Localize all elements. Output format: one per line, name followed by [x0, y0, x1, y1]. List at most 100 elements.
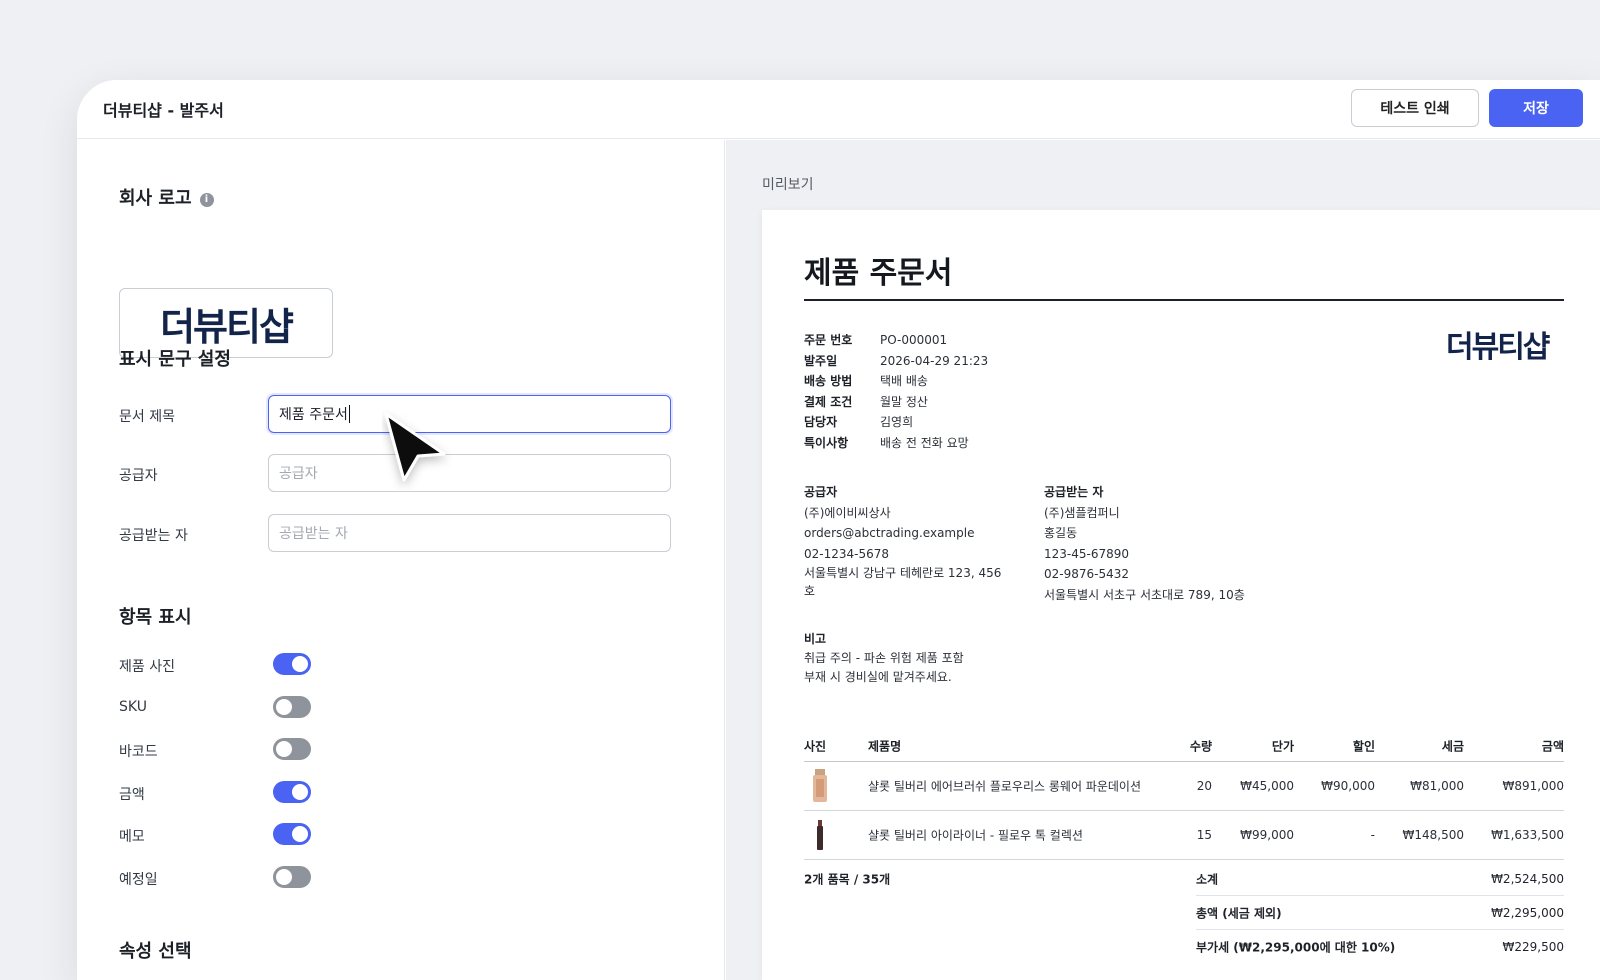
supplier-input[interactable]: 공급자: [268, 454, 671, 492]
cell-name: 샬롯 틸버리 아이라이너 - 필로우 톡 컬렉션: [868, 828, 1083, 843]
total-label: 총액 (세금 제외): [1196, 906, 1282, 921]
meta-key: 주문 번호: [804, 333, 853, 347]
supplier-line: (주)에이비씨상사: [804, 505, 891, 520]
doc-title-value: 제품 주문서: [279, 407, 348, 423]
settings-panel: 회사 로고 i 더뷰티샵 표시 문구 설정 문서 제목 제품 주문서 공급자 공급…: [77, 140, 725, 980]
toggle-photo[interactable]: [273, 653, 311, 675]
meta-row: 주문 번호 PO-000001: [804, 330, 988, 351]
meta-key: 발주일: [804, 353, 838, 368]
meta-row: 배송 방법 택배 배송: [804, 371, 988, 392]
subtotal-value: ₩2,524,500: [1491, 872, 1564, 886]
toggle-label-sku: SKU: [119, 699, 147, 715]
cell-qty: 15: [1196, 828, 1212, 842]
eyeliner-pencil-icon: [817, 820, 823, 850]
cell-amount: ₩891,000: [1502, 779, 1565, 793]
app-window: 더뷰티샵 - 발주서 테스트 인쇄 저장 회사 로고 i 더뷰티샵 표시 문구 설…: [77, 80, 1600, 980]
logo-section-label: 회사 로고: [119, 188, 192, 209]
cell-amount: ₩1,633,500: [1491, 828, 1564, 842]
receiver-placeholder: 공급받는 자: [279, 526, 348, 542]
supplier-block: 공급자 (주)에이비씨상사 orders@abctrading.example …: [804, 482, 1009, 600]
total-value: ₩2,295,000: [1491, 906, 1564, 920]
doc-title: 제품 주문서: [804, 256, 953, 291]
title-divider: [804, 299, 1564, 301]
vat-value: ₩229,500: [1502, 940, 1565, 954]
meta-row: 발주일 2026-04-29 21:23: [804, 351, 988, 372]
toggle-barcode[interactable]: [273, 738, 311, 760]
table-row: 샬롯 틸버리 에어브러쉬 플로우리스 롱웨어 파운데이션 20 ₩45,000 …: [804, 762, 1564, 811]
preview-panel: 미리보기 제품 주문서 더뷰티샵 주문 번호 PO-000001 발주일 2026-…: [726, 140, 1600, 980]
table-header: 사진 제품명 수량 단가 할인 세금 금액: [804, 730, 1564, 762]
toggle-memo[interactable]: [273, 823, 311, 845]
meta-key: 배송 방법: [804, 374, 853, 388]
supplier-line: orders@abctrading.example: [804, 526, 975, 540]
foundation-bottle-icon: [813, 769, 827, 802]
order-summary: 2개 품목 / 35개 소계 ₩2,524,500 총액 (세금 제외) ₩2,…: [804, 862, 1564, 964]
summary-row-total: 총액 (세금 제외) ₩2,295,000: [804, 896, 1564, 930]
cell-price: ₩99,000: [1240, 828, 1294, 842]
toggle-label-photo: 제품 사진: [119, 659, 175, 675]
table-row: 샬롯 틸버리 아이라이너 - 필로우 톡 컬렉션 15 ₩99,000 - ₩1…: [804, 811, 1564, 860]
toggle-knob: [276, 699, 292, 715]
toggle-amount[interactable]: [273, 781, 311, 803]
note-block: 비고 취급 주의 - 파손 위험 제품 포함 부재 시 경비실에 맡겨주세요.: [804, 630, 964, 687]
receiver-line: (주)샘플컴퍼니: [1044, 505, 1120, 520]
toggle-knob: [292, 784, 308, 800]
receiver-line: 서울특별시 서초구 서초대로 789, 10층: [1044, 587, 1245, 602]
toggle-knob: [276, 741, 292, 757]
window-title: 더뷰티샵 - 발주서: [103, 101, 224, 120]
items-section-heading: 항목 표시: [119, 607, 192, 628]
toggle-due-date[interactable]: [273, 866, 311, 888]
meta-value: 2026-04-29 21:23: [880, 353, 989, 368]
col-amount: 금액: [1541, 739, 1564, 753]
receiver-block: 공급받는 자 (주)샘플컴퍼니 홍길동 123-45-67890 02-9876…: [1044, 482, 1304, 605]
order-table: 사진 제품명 수량 단가 할인 세금 금액 샬롯 틸버리 에어브러쉬 플로우리스…: [804, 730, 1564, 860]
toggle-label-due-date: 예정일: [119, 872, 158, 888]
text-caret: [348, 405, 350, 423]
logo-section-heading: 회사 로고 i: [119, 184, 214, 210]
col-tax: 세금: [1441, 739, 1464, 753]
mouse-cursor-icon: [384, 412, 446, 482]
summary-row-subtotal: 2개 품목 / 35개 소계 ₩2,524,500: [804, 862, 1564, 896]
doc-title-input[interactable]: 제품 주문서: [268, 395, 671, 433]
note-line: 부재 시 경비실에 맡겨주세요.: [804, 670, 952, 684]
meta-row: 특이사항 배송 전 전화 요망: [804, 433, 988, 454]
note-heading: 비고: [804, 632, 827, 646]
attributes-section-heading: 속성 선택: [119, 941, 192, 962]
note-line: 취급 주의 - 파손 위험 제품 포함: [804, 651, 964, 665]
preview-label: 미리보기: [762, 177, 814, 193]
cell-price: ₩45,000: [1240, 779, 1294, 793]
supplier-line: 서울특별시 강남구 테헤란로 123, 456호: [804, 566, 1002, 598]
item-count: 2개 품목 / 35개: [804, 872, 891, 887]
cell-name: 샬롯 틸버리 에어브러쉬 플로우리스 롱웨어 파운데이션: [868, 779, 1141, 794]
save-button[interactable]: 저장: [1489, 89, 1583, 127]
toggle-knob: [292, 826, 308, 842]
cell-discount: ₩90,000: [1321, 779, 1375, 793]
receiver-line: 홍길동: [1044, 526, 1078, 540]
meta-row: 결제 조건 월말 정산: [804, 392, 988, 413]
meta-key: 특이사항: [804, 435, 849, 450]
col-photo: 사진: [804, 739, 827, 753]
doc-title-label: 문서 제목: [119, 409, 175, 425]
receiver-heading: 공급받는 자: [1044, 485, 1104, 499]
col-discount: 할인: [1352, 739, 1375, 753]
supplier-label: 공급자: [119, 468, 158, 484]
meta-value: 택배 배송: [880, 374, 928, 388]
toggle-sku[interactable]: [273, 696, 311, 718]
summary-row-vat: 부가세 (₩2,295,000에 대한 10%) ₩229,500: [804, 930, 1564, 964]
toggle-knob: [276, 869, 292, 885]
meta-row: 담당자 김영희: [804, 412, 988, 433]
toggle-label-memo: 메모: [119, 829, 145, 845]
toggle-label-amount: 금액: [119, 787, 145, 803]
meta-value: 배송 전 전화 요망: [880, 435, 969, 450]
supplier-heading: 공급자: [804, 485, 838, 499]
receiver-input[interactable]: 공급받는 자: [268, 514, 671, 552]
toggle-knob: [292, 656, 308, 672]
test-print-button[interactable]: 테스트 인쇄: [1351, 89, 1479, 127]
preview-document: 제품 주문서 더뷰티샵 주문 번호 PO-000001 발주일 2026-04-29…: [762, 210, 1600, 980]
meta-key: 담당자: [804, 415, 838, 429]
cell-tax: ₩148,500: [1402, 828, 1465, 842]
cell-discount: -: [1370, 828, 1375, 842]
col-qty: 수량: [1189, 739, 1212, 753]
supplier-line: 02-1234-5678: [804, 546, 890, 561]
info-icon[interactable]: i: [199, 192, 214, 207]
